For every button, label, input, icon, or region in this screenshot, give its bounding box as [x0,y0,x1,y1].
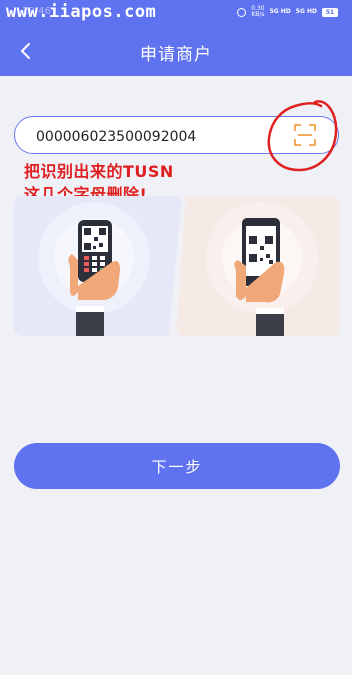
annotation-line-1: 把识别出来的TUSN [24,162,174,181]
phone-qr-illustration [176,196,340,336]
scan-frame-icon[interactable] [293,123,317,147]
header-bar: 19:46 www.iiapos.com 0.30 KB/s 5G HD 5G … [0,0,352,76]
signal-sim2: 5G HD [295,8,317,15]
watermark-text: www.iiapos.com [6,2,157,22]
next-step-button[interactable]: 下一步 [14,443,340,489]
pos-terminal-illustration [14,196,182,336]
sn-input-container [14,116,339,154]
page-title: 申请商户 [140,45,212,65]
net-speed: 0.30 KB/s [251,6,264,18]
battery-icon: 51 [322,7,338,17]
status-bar: 19:46 www.iiapos.com 0.30 KB/s 5G HD 5G … [0,0,352,26]
net-speed-unit: KB/s [251,11,265,18]
sn-input[interactable] [34,126,288,148]
alarm-icon [237,7,247,17]
signal-sim1: 5G HD [269,8,291,15]
status-icons: 0.30 KB/s 5G HD 5G HD 51 [237,6,338,18]
